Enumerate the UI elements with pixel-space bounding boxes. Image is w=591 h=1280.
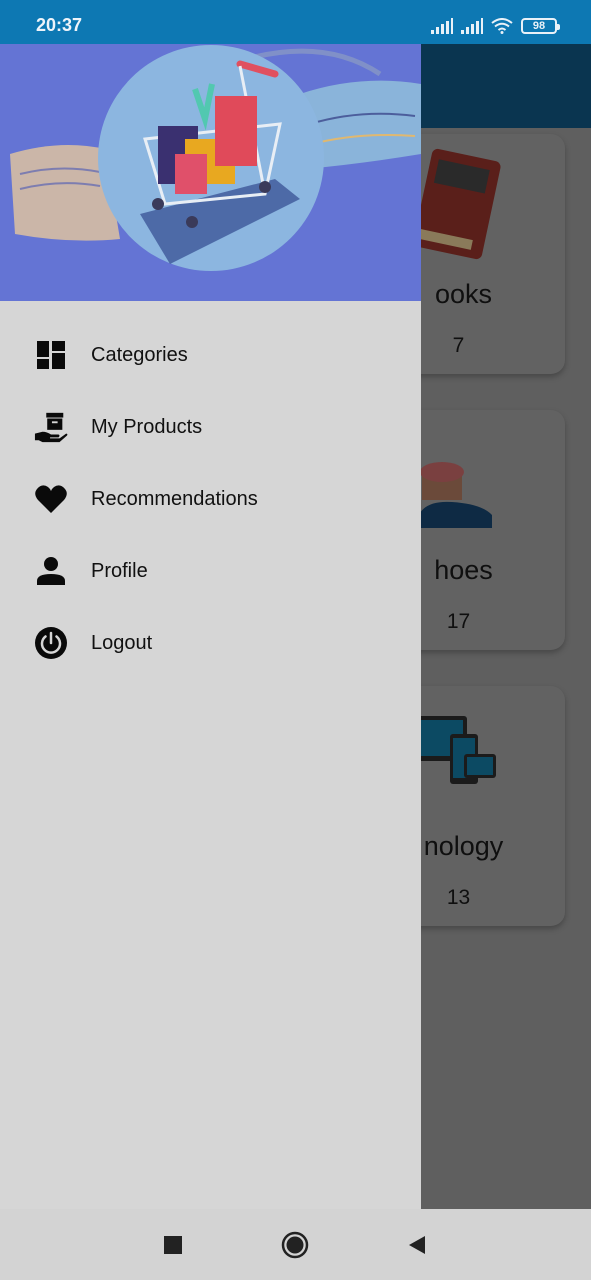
battery-level: 98 <box>532 20 546 32</box>
power-icon <box>34 626 68 660</box>
heart-icon <box>34 482 68 516</box>
signal-icon <box>461 18 483 34</box>
shopping-cart-illustration <box>10 45 421 271</box>
menu-item-label: Logout <box>91 631 153 654</box>
menu-item-label: Recommendations <box>91 487 258 510</box>
drawer-header <box>0 44 421 301</box>
menu-item-logout[interactable]: Logout <box>0 607 421 679</box>
back-button[interactable] <box>403 1231 431 1259</box>
home-button[interactable] <box>281 1231 309 1259</box>
status-bar: 20:37 98 <box>0 0 591 44</box>
recents-button[interactable] <box>159 1231 187 1259</box>
dashboard-icon <box>34 338 68 372</box>
menu-item-my-products[interactable]: My Products <box>0 391 421 463</box>
signal-icon <box>431 18 453 34</box>
circle-icon <box>281 1231 309 1259</box>
triangle-back-icon <box>409 1236 425 1254</box>
menu-item-label: Categories <box>91 343 188 366</box>
menu-item-profile[interactable]: Profile <box>0 535 421 607</box>
menu-item-label: Profile <box>91 559 148 582</box>
status-icons: 98 <box>431 17 560 35</box>
devices-icon <box>417 716 496 784</box>
system-nav-bar <box>0 1209 591 1280</box>
status-time: 20:37 <box>36 15 83 35</box>
menu-item-categories[interactable]: Categories <box>0 319 421 391</box>
battery-icon: 98 <box>521 18 560 34</box>
menu-item-recommendations[interactable]: Recommendations <box>0 463 421 535</box>
book-icon <box>412 148 501 260</box>
person-icon <box>34 554 68 588</box>
navigation-drawer: Categories My Products Recommendations P… <box>0 44 421 1209</box>
square-icon <box>164 1236 182 1254</box>
hand-box-icon <box>34 410 68 444</box>
shoe-icon <box>417 462 492 528</box>
drawer-menu: Categories My Products Recommendations P… <box>0 301 421 679</box>
wifi-icon <box>491 18 513 34</box>
menu-item-label: My Products <box>91 415 203 438</box>
